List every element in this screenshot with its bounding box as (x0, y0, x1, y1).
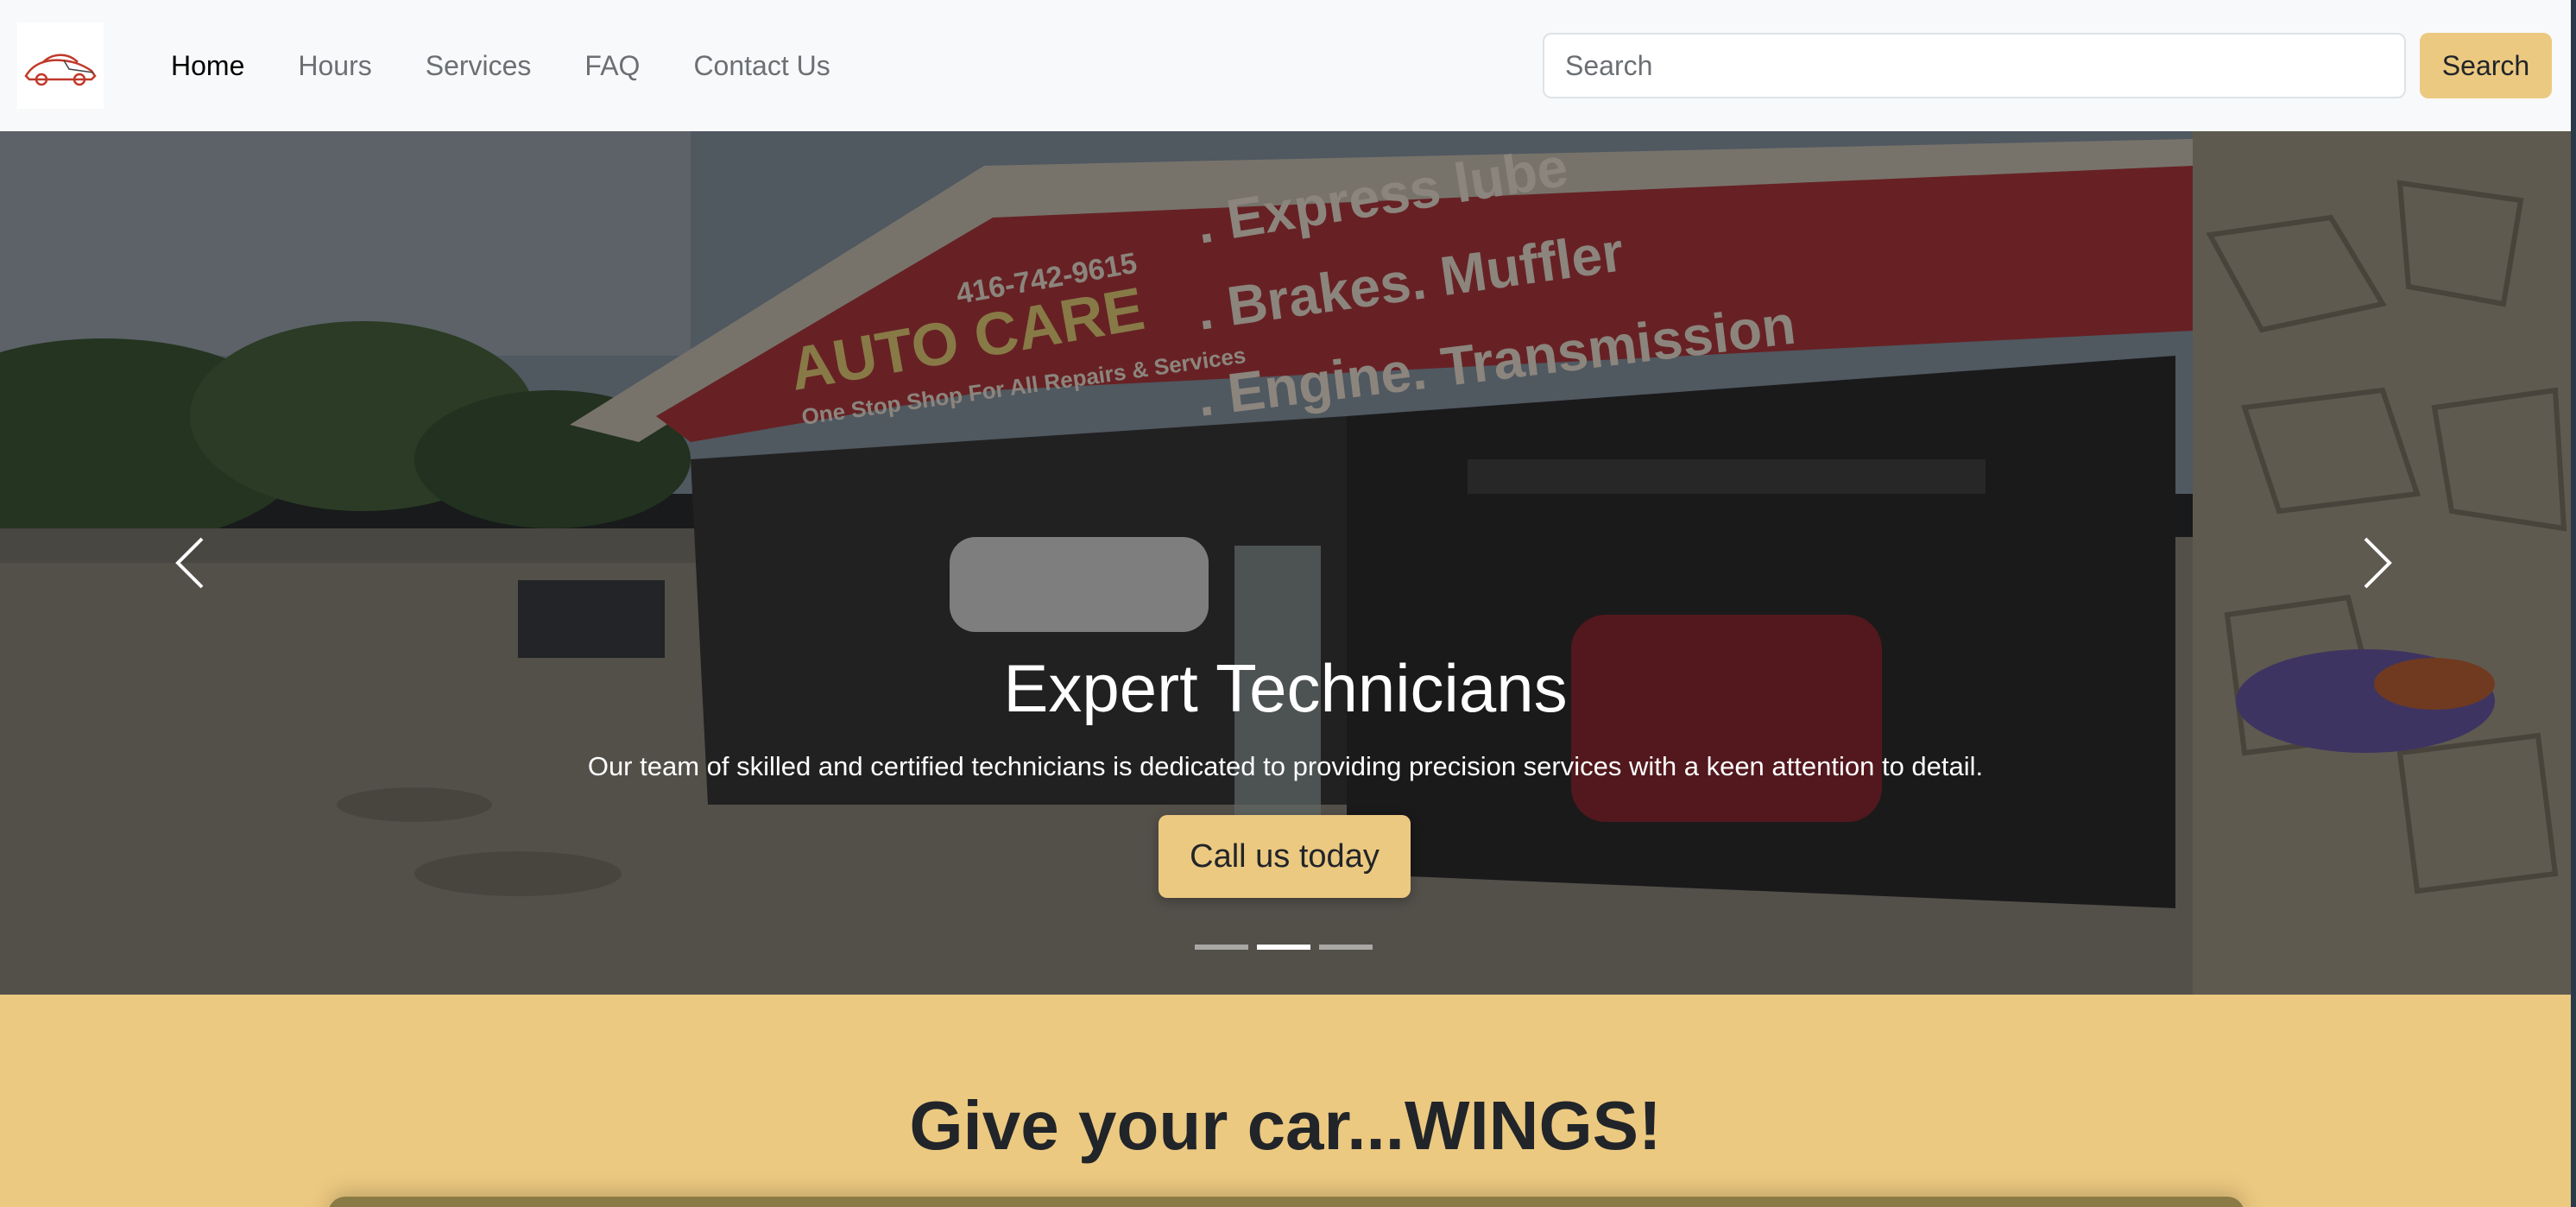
chevron-left-icon (175, 537, 204, 589)
nav-links: Home Hours Services FAQ Contact Us (171, 0, 884, 131)
chevron-right-icon (2364, 537, 2392, 589)
window-edge (2571, 0, 2576, 1207)
carousel-indicator-2[interactable] (1257, 945, 1310, 950)
search-input[interactable] (1543, 33, 2406, 98)
carousel-indicators (1195, 945, 1381, 950)
nav-link-faq[interactable]: FAQ (584, 50, 640, 82)
nav-link-contact-us[interactable]: Contact Us (693, 50, 830, 82)
section-heading: Give your car...WINGS! (909, 1087, 1662, 1164)
carousel-caption-title: Expert Technicians (1003, 650, 1568, 726)
carousel-indicator-3[interactable] (1319, 945, 1373, 950)
carousel-caption-text: Our team of skilled and certified techni… (587, 751, 1984, 781)
car-logo-icon[interactable] (17, 22, 104, 109)
nav-link-services[interactable]: Services (426, 50, 532, 82)
content-card (328, 1197, 2245, 1207)
carousel-next-button[interactable] (2326, 511, 2429, 615)
nav-link-hours[interactable]: Hours (298, 50, 371, 82)
call-us-button[interactable]: Call us today (1159, 815, 1411, 898)
carousel-prev-button[interactable] (138, 511, 242, 615)
navbar: Home Hours Services FAQ Contact Us Searc… (0, 0, 2576, 131)
search-button[interactable]: Search (2420, 33, 2552, 98)
carousel-indicator-1[interactable] (1195, 945, 1248, 950)
tagline-section: Give your car...WINGS! (0, 995, 2571, 1207)
nav-link-home[interactable]: Home (171, 50, 244, 82)
hero-carousel: 416-742-9615 AUTO CARE One Stop Shop For… (0, 131, 2576, 995)
